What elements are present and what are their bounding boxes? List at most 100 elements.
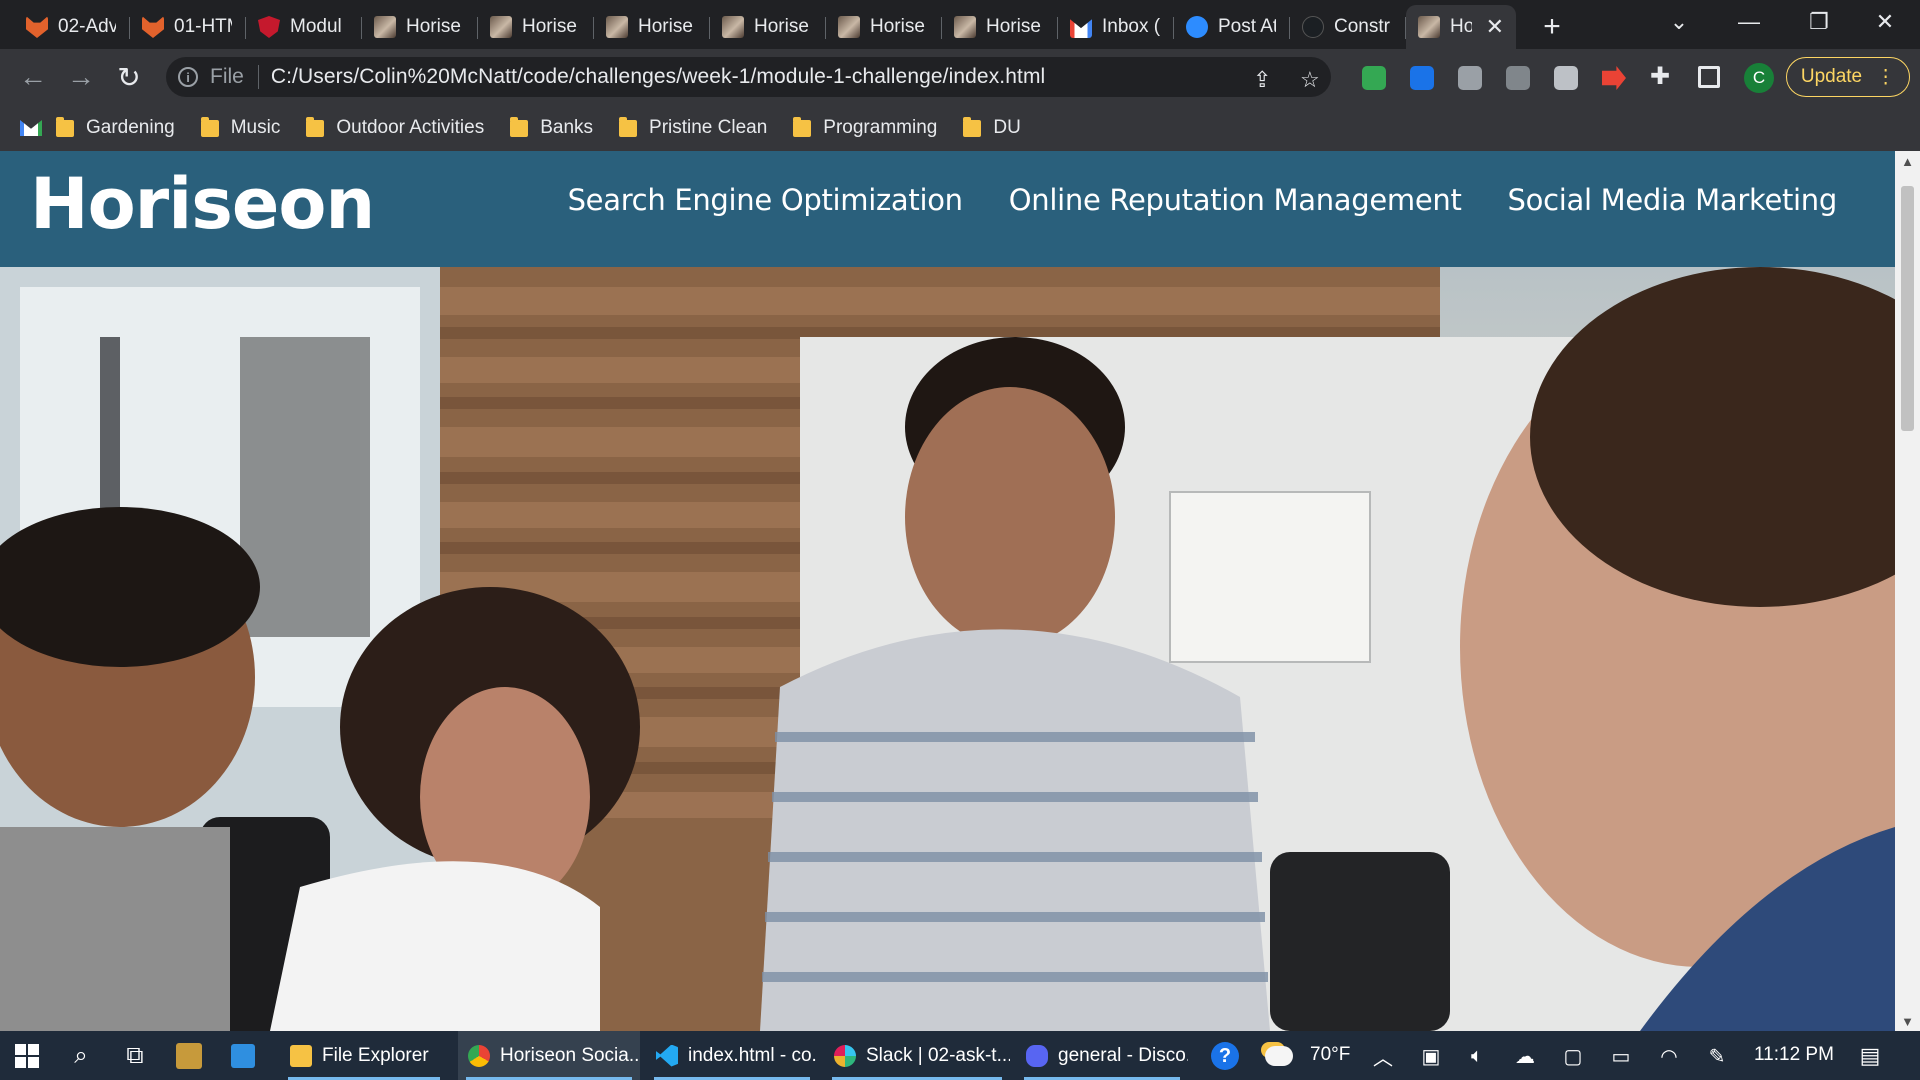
meet-now-icon[interactable]: ▣ bbox=[1414, 1039, 1448, 1073]
forward-arrow-icon[interactable]: → bbox=[58, 49, 104, 105]
bookmarks-bar: Gardening Music Outdoor Activities Banks… bbox=[0, 105, 1920, 151]
scroll-up-arrow-icon[interactable]: ▲ bbox=[1895, 151, 1920, 171]
taskbar-app-file-explorer[interactable]: File Explorer bbox=[280, 1031, 448, 1080]
site-header: Horiseon Search Engine Optimization Onli… bbox=[0, 151, 1895, 267]
new-tab-button[interactable]: + bbox=[1533, 8, 1571, 46]
address-bar[interactable]: i File C:/Users/Colin%20McNatt/code/chal… bbox=[166, 57, 1331, 97]
windows-taskbar: ⌕ ⧉ File Explorer Horiseon Socia... inde… bbox=[0, 1031, 1920, 1080]
back-arrow-icon[interactable]: ← bbox=[10, 49, 56, 105]
restore-button[interactable]: ❐ bbox=[1784, 0, 1854, 44]
url-text[interactable]: C:/Users/Colin%20McNatt/code/challenges/… bbox=[271, 65, 1045, 89]
browser-tab[interactable]: Inbox ( bbox=[1058, 5, 1174, 49]
info-icon[interactable]: i bbox=[178, 67, 198, 87]
taskbar-app-slack[interactable]: Slack | 02-ask-t... bbox=[824, 1031, 1010, 1080]
bookmark-folder[interactable]: Banks bbox=[510, 116, 593, 139]
scrollbar-thumb[interactable] bbox=[1901, 186, 1914, 431]
browser-tab[interactable]: Horise bbox=[594, 5, 710, 49]
photo-favicon-icon bbox=[722, 16, 744, 38]
slack-icon bbox=[834, 1044, 856, 1067]
gmail-bookmark-icon[interactable] bbox=[20, 120, 42, 136]
folder-icon bbox=[510, 116, 529, 137]
folder-icon bbox=[56, 116, 74, 137]
hero-photo-office-meeting bbox=[0, 267, 1895, 1031]
tray-chevron-up-icon[interactable]: ︿ bbox=[1366, 1039, 1400, 1073]
wifi-icon[interactable]: ◠ bbox=[1652, 1039, 1686, 1073]
browser-tab[interactable]: Horise bbox=[826, 5, 942, 49]
onedrive-warning-icon[interactable]: ☁ bbox=[1508, 1039, 1542, 1073]
nav-link-social-media[interactable]: Social Media Marketing bbox=[1508, 183, 1838, 217]
chrome-icon bbox=[468, 1044, 490, 1067]
gitlab-fox-icon bbox=[142, 16, 164, 38]
update-button[interactable]: Update ⋮ bbox=[1786, 57, 1910, 97]
search-icon[interactable]: ⌕ bbox=[64, 1039, 98, 1073]
bookmark-folder[interactable]: Outdoor Activities bbox=[306, 116, 484, 139]
folder-icon bbox=[619, 116, 638, 137]
photo-favicon-icon bbox=[838, 16, 860, 38]
browser-tab[interactable]: Modul bbox=[246, 5, 362, 49]
profile-avatar[interactable]: C bbox=[1744, 63, 1774, 93]
photo-favicon-icon bbox=[606, 16, 628, 38]
bookmark-folder[interactable]: Music bbox=[200, 116, 280, 139]
browser-tab[interactable]: 01-HTM bbox=[130, 5, 246, 49]
scroll-down-arrow-icon[interactable]: ▼ bbox=[1895, 1011, 1920, 1031]
browser-tab[interactable]: Horise bbox=[362, 5, 478, 49]
extension-icon[interactable] bbox=[1458, 66, 1482, 90]
bookmark-star-icon[interactable]: ☆ bbox=[1300, 67, 1320, 93]
folder-icon bbox=[200, 116, 219, 137]
task-view-icon[interactable]: ⧉ bbox=[118, 1039, 152, 1073]
notifications-icon[interactable]: ▤ bbox=[1853, 1039, 1887, 1073]
taskbar-app-chrome[interactable]: Horiseon Socia... bbox=[458, 1031, 640, 1080]
browser-tab[interactable]: Horise bbox=[710, 5, 826, 49]
close-window-button[interactable]: ✕ bbox=[1850, 0, 1920, 44]
browser-tab[interactable]: Horise bbox=[478, 5, 594, 49]
extension-icon[interactable] bbox=[1554, 66, 1578, 90]
extension-icon[interactable] bbox=[1506, 66, 1530, 90]
browser-tab[interactable]: Constr bbox=[1290, 5, 1406, 49]
folder-icon bbox=[963, 116, 982, 137]
extension-screen-recorder-icon[interactable] bbox=[1602, 66, 1626, 90]
volume-icon[interactable]: 🔈︎ bbox=[1460, 1039, 1494, 1073]
page-scrollbar[interactable]: ▲ ▼ bbox=[1895, 151, 1920, 1031]
share-icon[interactable]: ⇪ bbox=[1253, 67, 1271, 93]
extension-mail-icon[interactable] bbox=[1362, 66, 1386, 90]
close-tab-icon[interactable]: ✕ bbox=[1486, 14, 1504, 40]
more-menu-icon: ⋮ bbox=[1876, 66, 1896, 88]
battery-icon[interactable]: ▭ bbox=[1604, 1039, 1638, 1073]
folder-icon bbox=[793, 116, 812, 137]
file-scheme-label: File bbox=[210, 65, 259, 89]
weather-temperature[interactable]: 70°F bbox=[1310, 1044, 1350, 1066]
reload-icon[interactable]: ↻ bbox=[106, 49, 152, 105]
extension-outlook-icon[interactable] bbox=[1410, 66, 1434, 90]
windows-start-icon[interactable] bbox=[10, 1039, 44, 1073]
nav-link-seo[interactable]: Search Engine Optimization bbox=[568, 183, 963, 217]
nav-link-reputation[interactable]: Online Reputation Management bbox=[1009, 183, 1462, 217]
help-icon[interactable]: ? bbox=[1208, 1039, 1242, 1073]
extensions-puzzle-icon[interactable]: ✚ bbox=[1650, 62, 1674, 90]
folder-icon bbox=[306, 116, 325, 137]
bookmark-folder[interactable]: DU bbox=[963, 116, 1021, 139]
weather-cloud-sun-icon[interactable] bbox=[1262, 1039, 1296, 1073]
bookmark-folder[interactable]: Programming bbox=[793, 116, 937, 139]
gmail-icon bbox=[1070, 19, 1092, 38]
page-viewport: Horiseon Search Engine Optimization Onli… bbox=[0, 151, 1895, 1031]
photo-favicon-icon bbox=[954, 16, 976, 38]
browser-tab[interactable]: Post At bbox=[1174, 5, 1290, 49]
taskbar-app-vscode[interactable]: index.html - co... bbox=[646, 1031, 818, 1080]
pen-icon[interactable]: ✎ bbox=[1700, 1039, 1734, 1073]
browser-tab-active[interactable]: Ho ✕ bbox=[1406, 5, 1516, 49]
clock-time[interactable]: 11:12 PM bbox=[1754, 1044, 1834, 1066]
sonos-app-icon[interactable] bbox=[172, 1039, 206, 1073]
tab-strip: 02-Adv 01-HTM Modul Horise Horise Horise… bbox=[0, 0, 1920, 49]
browser-tab[interactable]: Horise bbox=[942, 5, 1058, 49]
bookmark-folder[interactable]: Gardening bbox=[56, 116, 175, 139]
site-nav: Search Engine Optimization Online Reputa… bbox=[568, 183, 1838, 217]
minimize-button[interactable]: — bbox=[1714, 0, 1784, 44]
store-app-icon[interactable] bbox=[226, 1039, 260, 1073]
tab-search-chevron-icon[interactable]: ⌄ bbox=[1644, 0, 1714, 44]
display-icon[interactable]: ▢ bbox=[1556, 1039, 1590, 1073]
bookmark-folder[interactable]: Pristine Clean bbox=[619, 116, 767, 139]
browser-tab[interactable]: 02-Adv bbox=[14, 5, 130, 49]
side-panel-icon[interactable] bbox=[1698, 66, 1720, 88]
taskbar-app-discord[interactable]: general - Disco... bbox=[1016, 1031, 1188, 1080]
site-logo[interactable]: Horiseon bbox=[30, 163, 375, 245]
